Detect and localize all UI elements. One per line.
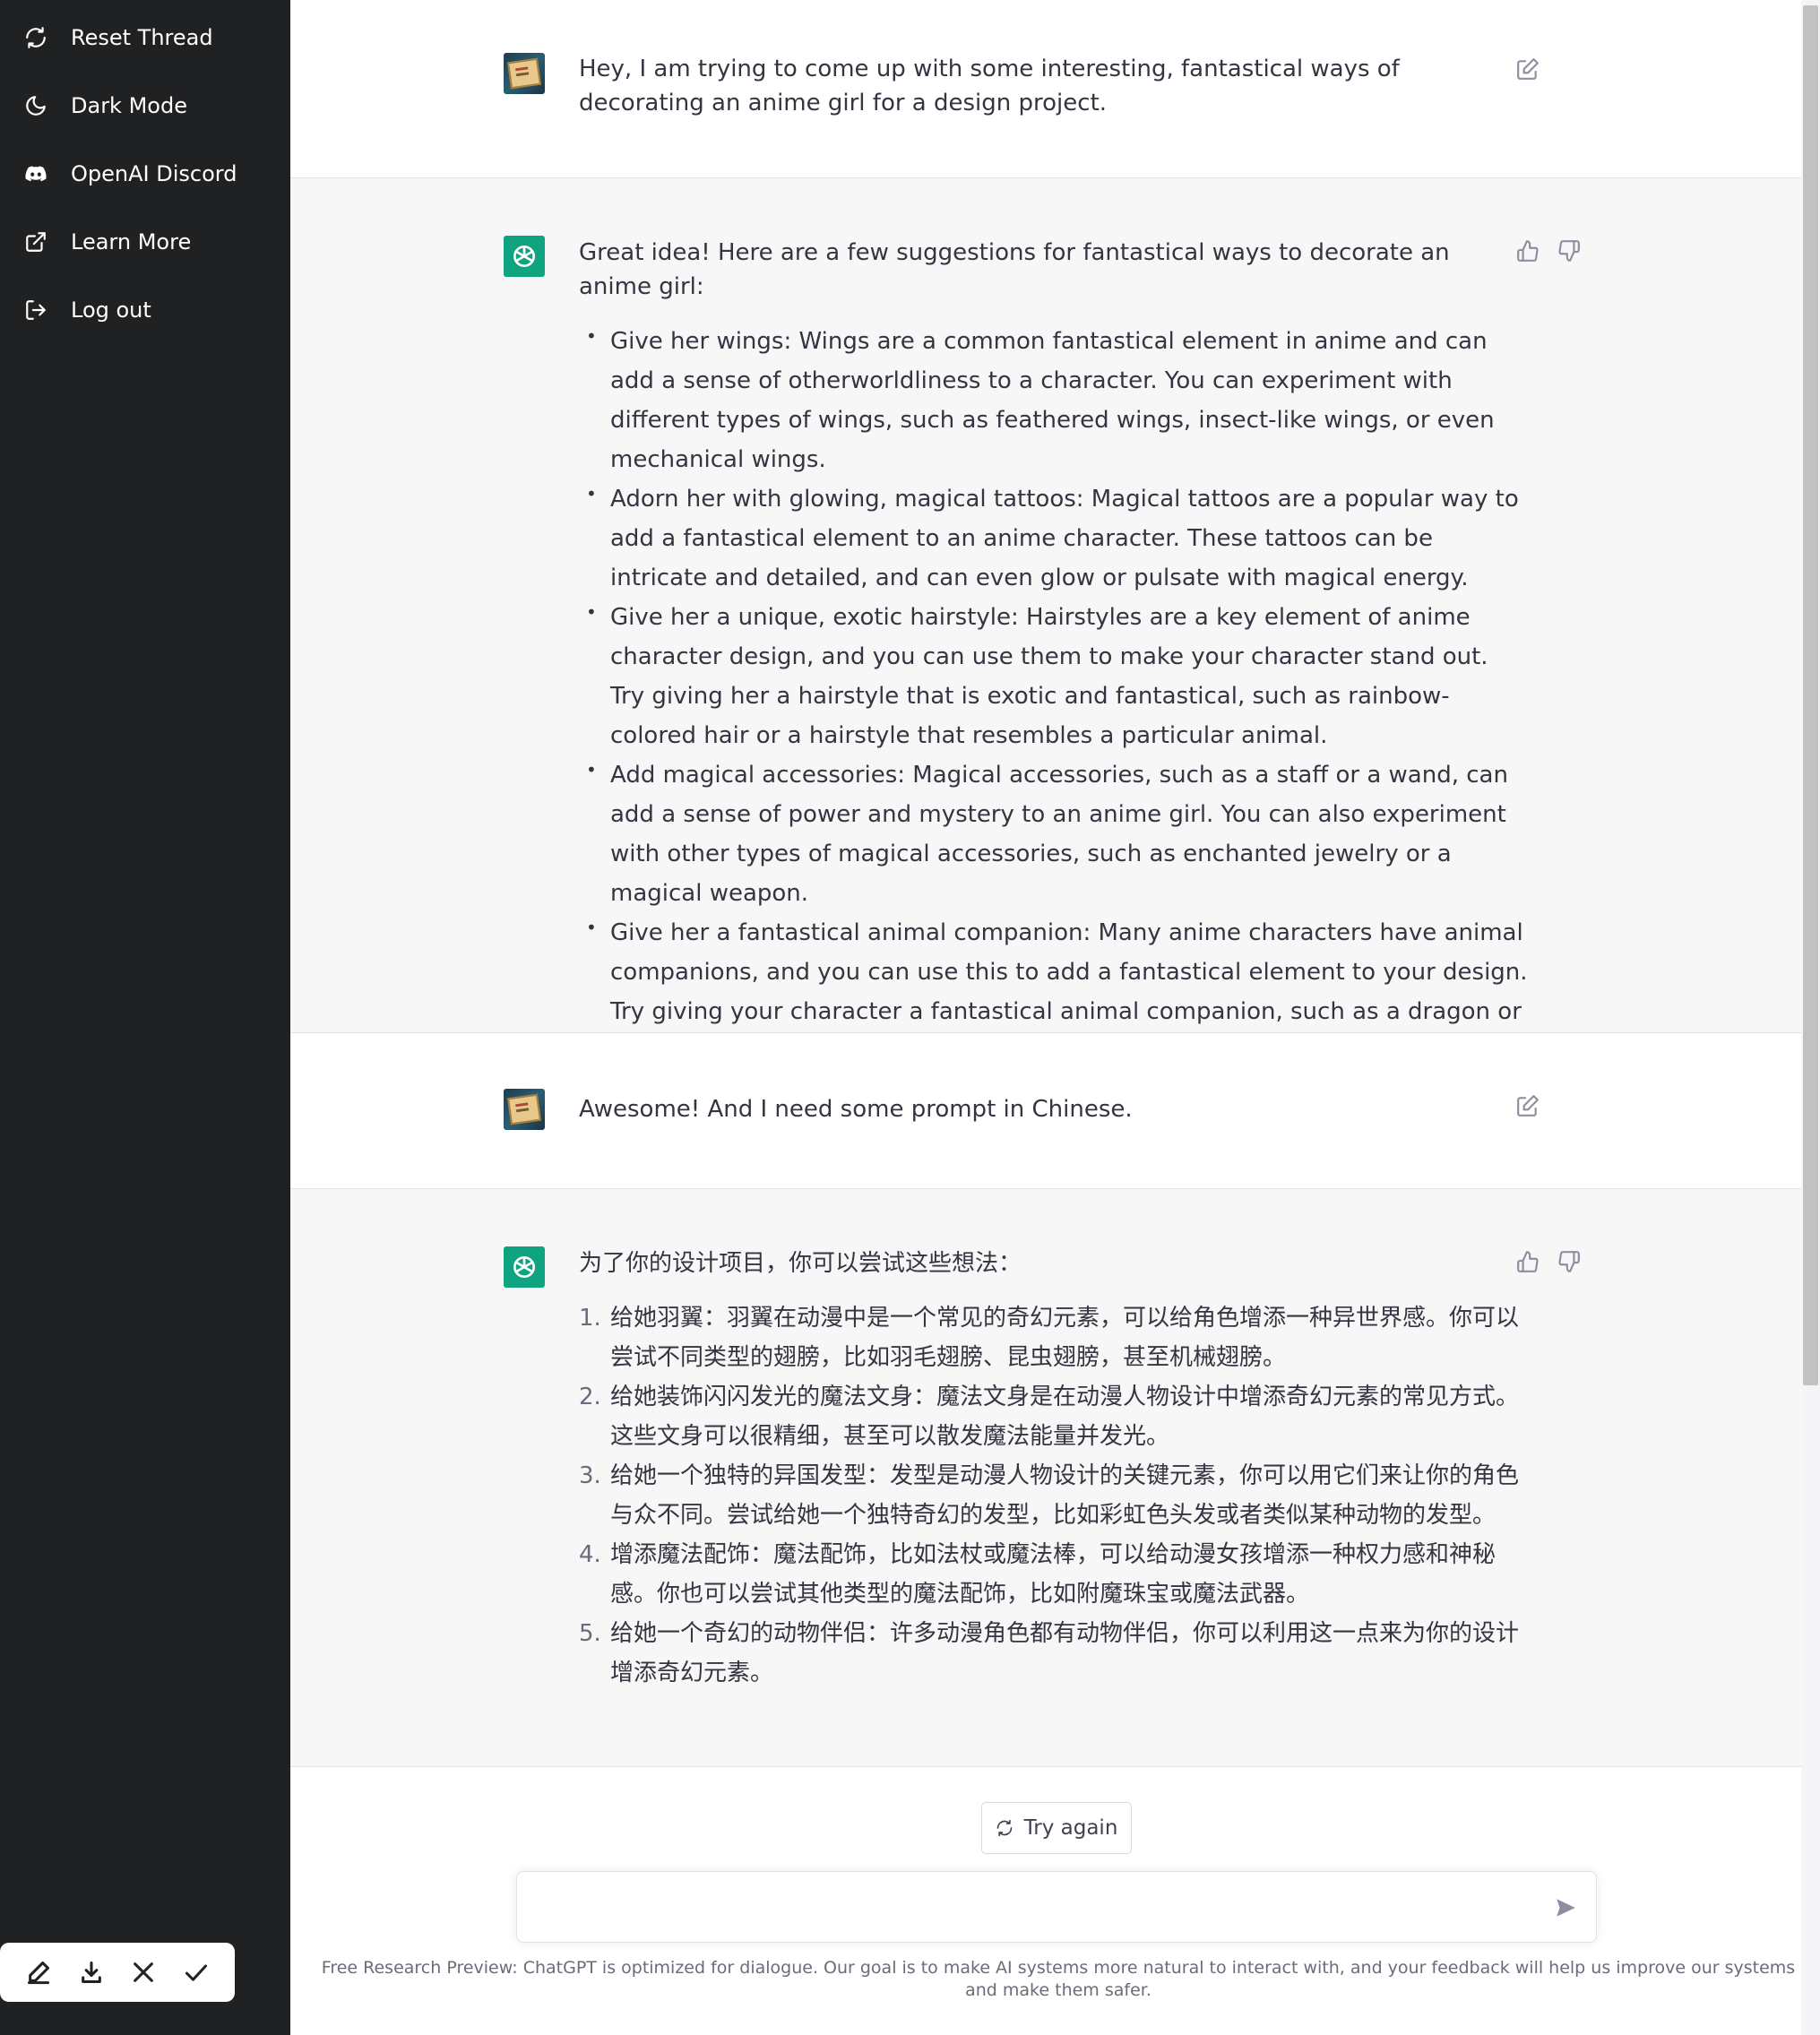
assistant-message-text: 为了你的设计项目，你可以尝试这些想法： 1. 给她羽翼：羽翼在动漫中是一个常见的奇… — [579, 1246, 1529, 1693]
download-icon[interactable] — [76, 1957, 107, 1988]
chat-thread: Hey, I am trying to come up with some in… — [290, 0, 1801, 2035]
sidebar-item-openai-discord[interactable]: OpenAI Discord — [23, 153, 237, 194]
list-item: Give her wings: Wings are a common fanta… — [579, 316, 1529, 479]
thumbs-up-icon[interactable] — [1516, 239, 1543, 266]
close-icon[interactable] — [128, 1957, 159, 1988]
message-composer — [516, 1871, 1597, 1943]
user-avatar — [504, 1089, 545, 1130]
external-link-icon — [23, 229, 48, 254]
discord-icon — [23, 161, 48, 186]
try-again-button[interactable]: Try again — [981, 1802, 1132, 1854]
sidebar-item-label: Reset Thread — [71, 25, 213, 50]
assistant-message-row: Great idea! Here are a few suggestions f… — [290, 178, 1801, 1065]
sidebar-item-log-out[interactable]: Log out — [23, 289, 151, 331]
thumbs-down-icon[interactable] — [1557, 239, 1584, 266]
pen-icon[interactable] — [23, 1957, 54, 1988]
list-item: Give her a unique, exotic hairstyle: Hai… — [579, 592, 1529, 755]
assistant-message-row: 为了你的设计项目，你可以尝试这些想法： 1. 给她羽翼：羽翼在动漫中是一个常见的奇… — [290, 1189, 1801, 1767]
sidebar-item-label: Learn More — [71, 229, 192, 254]
list-item: 3. 给她一个独特的异国发型：发型是动漫人物设计的关键元素，你可以用它们来让你的角… — [579, 1462, 1520, 1529]
user-message-text: Awesome! And I need some prompt in Chine… — [579, 1096, 1133, 1123]
list-item: 1. 给她羽翼：羽翼在动漫中是一个常见的奇幻元素，可以给角色增添一种异世界感。你可… — [579, 1305, 1520, 1371]
user-message-text: Hey, I am trying to come up with some in… — [579, 56, 1400, 116]
user-avatar — [504, 53, 545, 94]
user-message-row: Hey, I am trying to come up with some in… — [290, 0, 1801, 178]
assistant-avatar — [504, 236, 545, 277]
sidebar-item-label: OpenAI Discord — [71, 161, 237, 186]
idea-list: 1. 给她羽翼：羽翼在动漫中是一个常见的奇幻元素，可以给角色增添一种异世界感。你可… — [579, 1298, 1529, 1693]
list-item: Adorn her with glowing, magical tattoos:… — [579, 474, 1529, 598]
sidebar-item-label: Log out — [71, 297, 151, 323]
footer-disclaimer: Free Research Preview: ChatGPT is optimi… — [321, 1958, 1796, 2000]
scrollbar-thumb[interactable] — [1803, 5, 1818, 1385]
check-icon[interactable] — [181, 1957, 211, 1988]
sidebar-item-reset-thread[interactable]: Reset Thread — [23, 17, 213, 58]
sidebar-item-label: Dark Mode — [71, 93, 187, 118]
send-icon[interactable] — [1551, 1893, 1580, 1922]
assistant-message-text: Great idea! Here are a few suggestions f… — [579, 236, 1529, 1071]
user-message-row: Awesome! And I need some prompt in Chine… — [290, 1033, 1801, 1189]
edit-icon[interactable] — [1516, 57, 1543, 84]
try-again-label: Try again — [1023, 1816, 1118, 1840]
sidebar: Reset Thread Dark Mode OpenAI Discord Le… — [0, 0, 290, 2035]
openai-logo-icon — [513, 246, 535, 267]
thumbs-down-icon[interactable] — [1557, 1250, 1584, 1277]
sidebar-item-learn-more[interactable]: Learn More — [23, 221, 191, 263]
floating-toolbar — [0, 1943, 235, 2002]
sidebar-item-dark-mode[interactable]: Dark Mode — [23, 85, 187, 126]
moon-icon — [23, 93, 48, 118]
refresh-icon — [996, 1819, 1012, 1837]
assistant-avatar — [504, 1246, 545, 1288]
list-item: 5. 给她一个奇幻的动物伴侣：许多动漫角色都有动物伴侣，你可以利用这一点来为你的设… — [579, 1620, 1520, 1686]
refresh-icon — [23, 25, 48, 50]
suggestion-list: Give her wings: Wings are a common fanta… — [579, 316, 1529, 1071]
list-item: 4. 增添魔法配饰：魔法配饰，比如法杖或魔法棒，可以给动漫女孩增添一种权力感和神秘… — [579, 1541, 1497, 1608]
thumbs-up-icon[interactable] — [1516, 1250, 1543, 1277]
list-item: Add magical accessories: Magical accesso… — [579, 750, 1529, 913]
openai-logo-icon — [513, 1256, 535, 1278]
edit-icon[interactable] — [1516, 1094, 1543, 1121]
message-input[interactable] — [531, 1890, 1521, 1929]
logout-icon — [23, 297, 48, 323]
list-item: 2. 给她装饰闪闪发光的魔法文身：魔法文身是在动漫人物设计中增添奇幻元素的常见方式… — [579, 1384, 1520, 1450]
